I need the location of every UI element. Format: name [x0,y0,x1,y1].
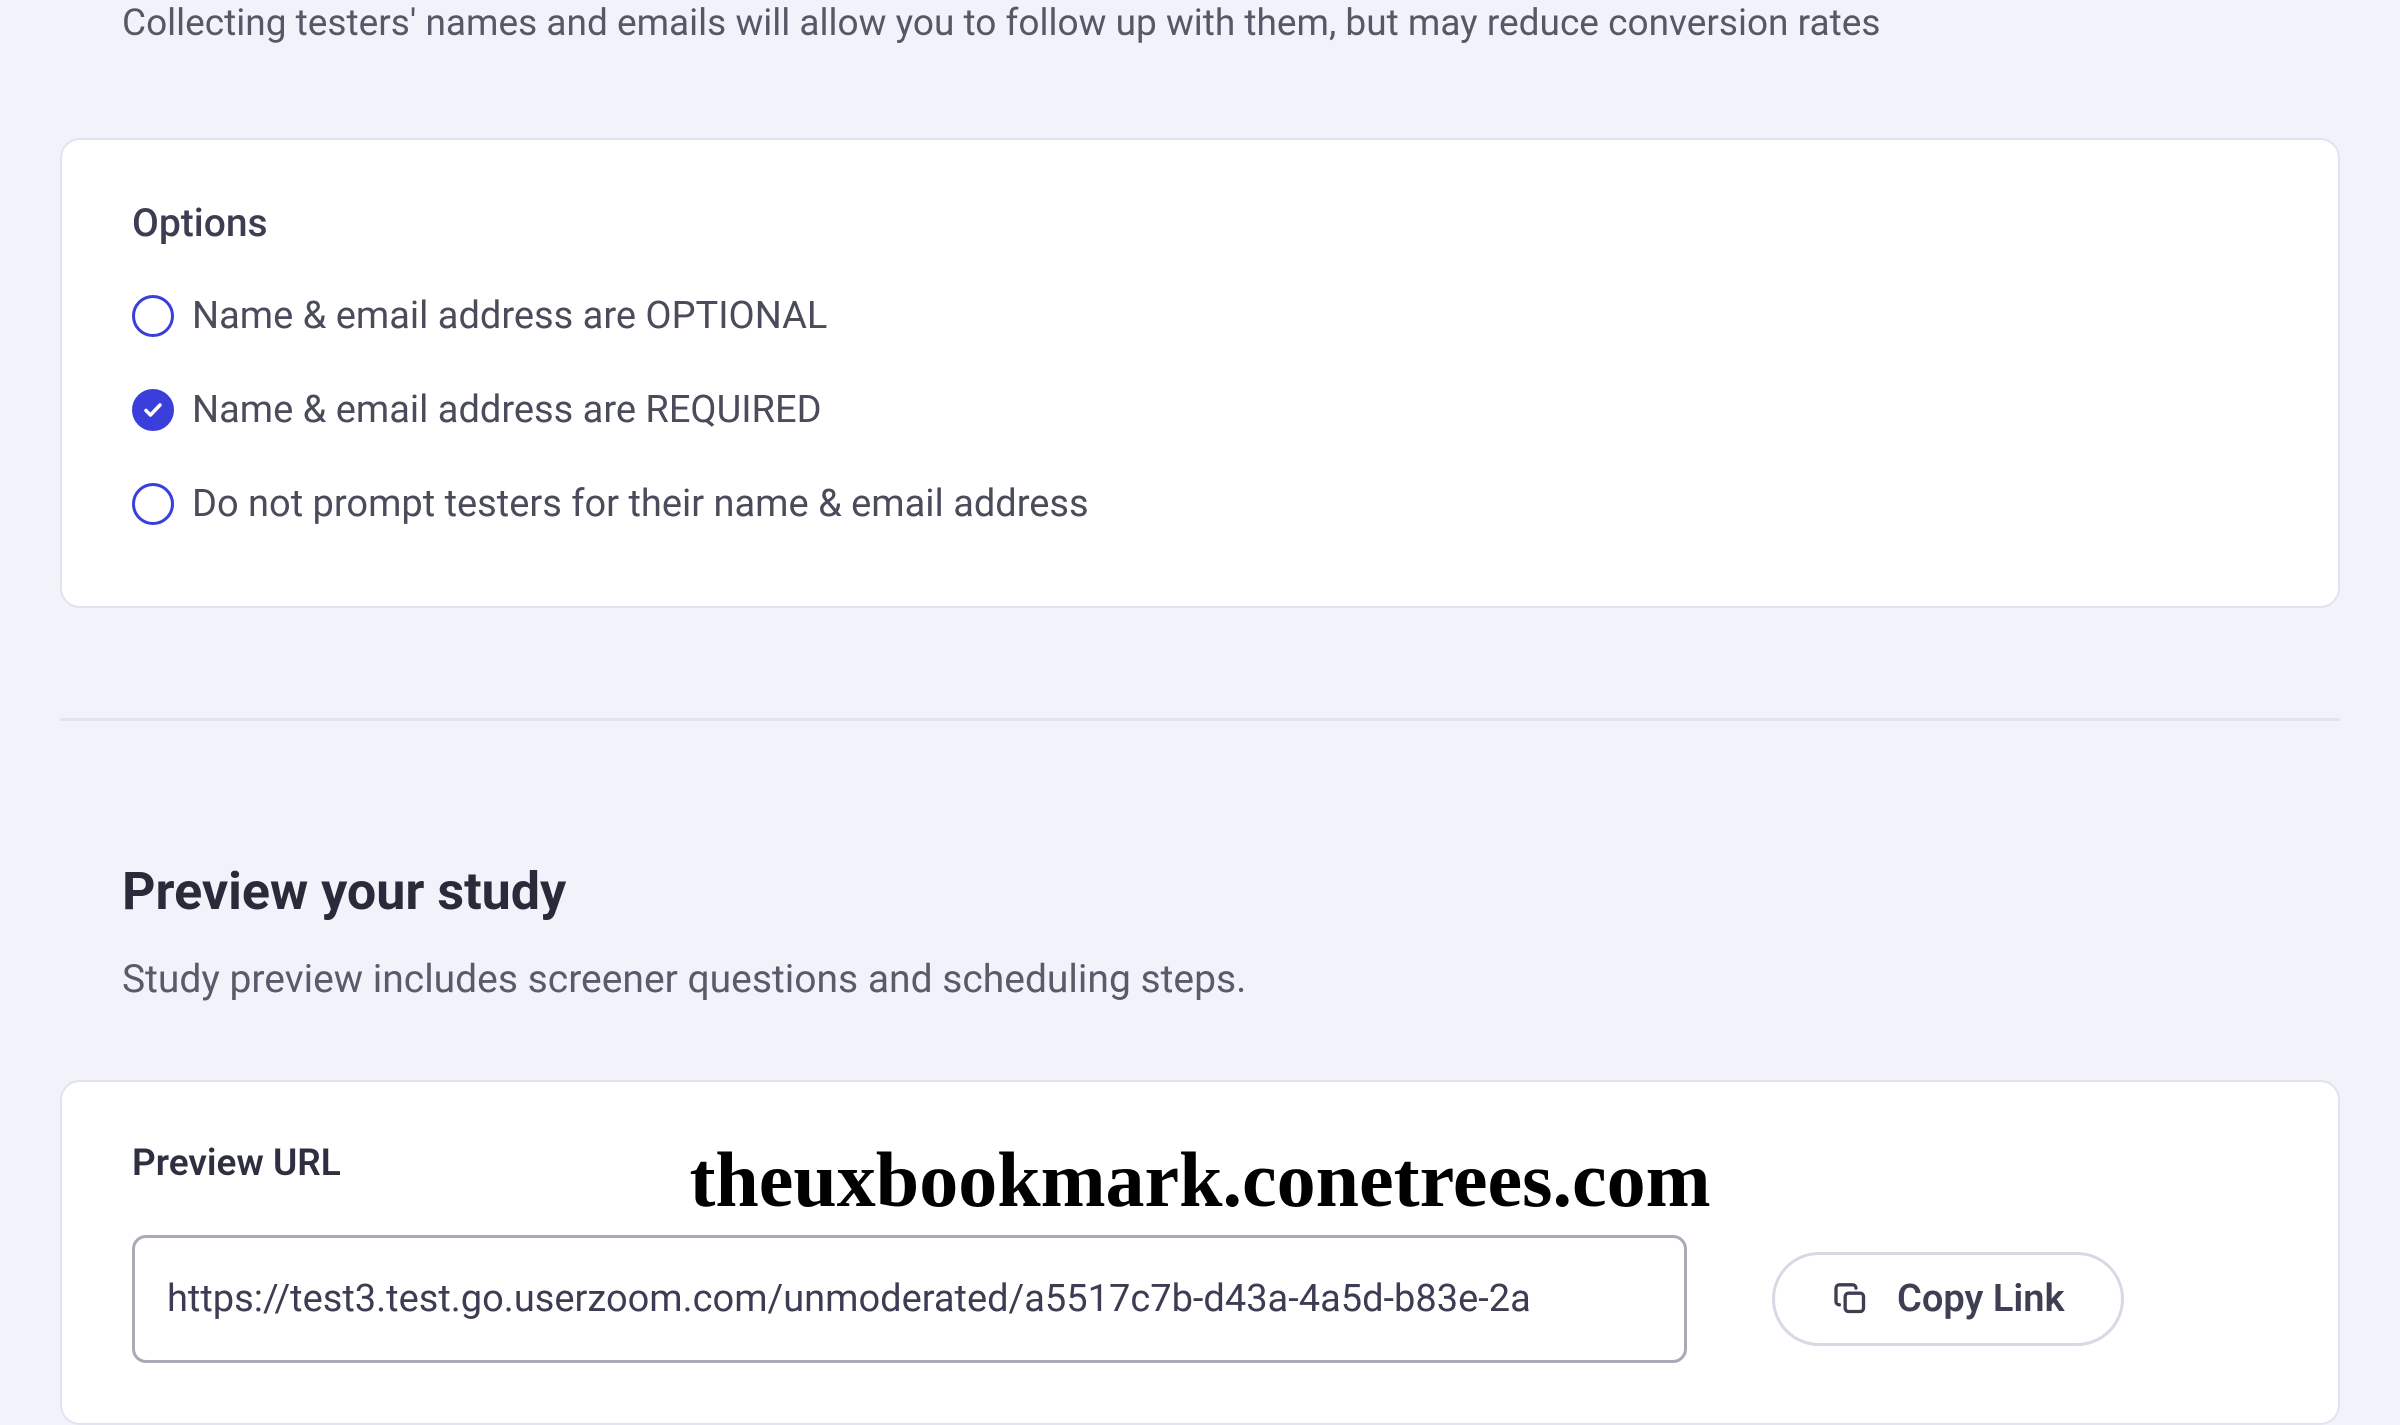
copy-link-button[interactable]: Copy Link [1772,1252,2124,1346]
options-card: Options Name & email address are OPTIONA… [60,138,2340,608]
radio-label: Name & email address are OPTIONAL [192,294,827,338]
preview-heading: Preview your study [60,861,2340,922]
radio-circle-icon [132,389,174,431]
section-divider [60,718,2340,721]
copy-link-label: Copy Link [1897,1277,2065,1321]
radio-circle-icon [132,295,174,337]
copy-icon [1831,1279,1871,1319]
preview-card: Preview URL Copy Link [60,1080,2340,1425]
check-icon [141,398,165,422]
radio-option-required[interactable]: Name & email address are REQUIRED [132,388,2268,432]
radio-group: Name & email address are OPTIONAL Name &… [132,294,2268,526]
preview-url-row: Copy Link [132,1235,2268,1363]
radio-circle-icon [132,483,174,525]
intro-text: Collecting testers' names and emails wil… [60,0,2340,48]
radio-option-optional[interactable]: Name & email address are OPTIONAL [132,294,2268,338]
radio-label: Name & email address are REQUIRED [192,388,822,432]
options-heading: Options [132,200,2268,246]
preview-subtext: Study preview includes screener question… [60,956,2340,1002]
radio-option-donotprompt[interactable]: Do not prompt testers for their name & e… [132,482,2268,526]
preview-url-label: Preview URL [132,1142,2268,1185]
radio-label: Do not prompt testers for their name & e… [192,482,1089,526]
preview-url-input[interactable] [132,1235,1687,1363]
